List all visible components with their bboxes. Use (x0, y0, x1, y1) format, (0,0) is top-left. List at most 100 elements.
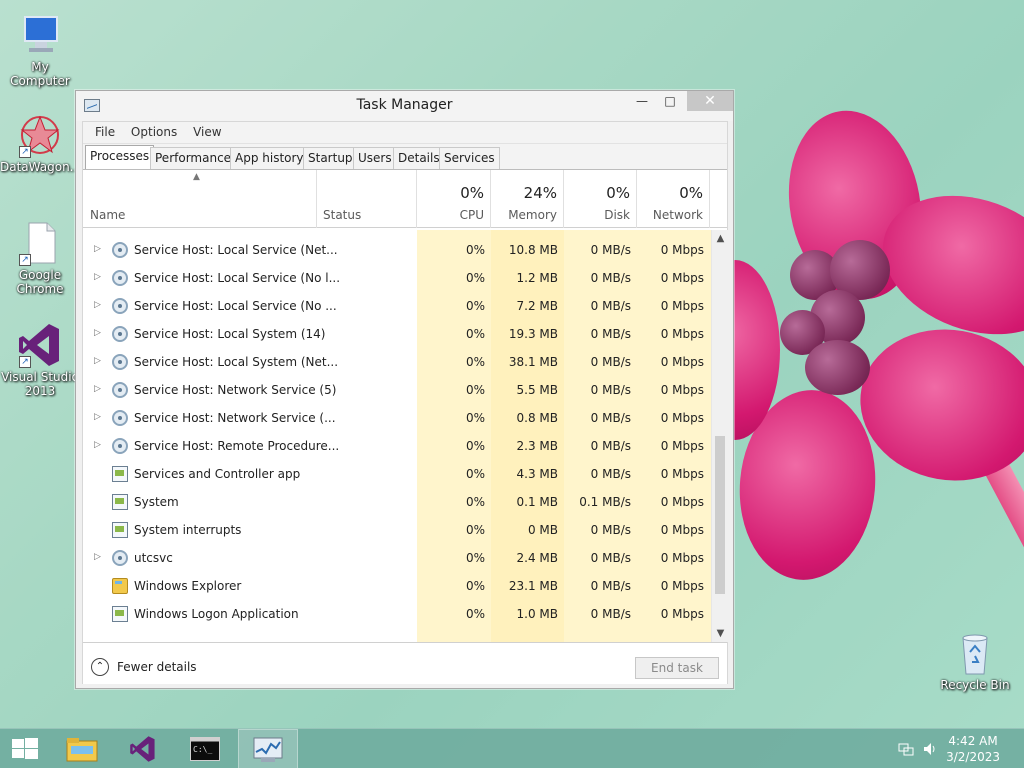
column-status-label: Status (323, 208, 362, 222)
process-network-value: 0 Mbps (660, 523, 704, 537)
process-name: Service Host: Local Service (Net... (134, 243, 338, 257)
process-name: Service Host: Network Service (... (134, 411, 336, 425)
process-row[interactable]: ▷ Service Host: Local System (Net... 0% 38.… (83, 348, 711, 376)
column-name[interactable]: ▲ Name (83, 170, 317, 228)
fewer-details-link[interactable]: Fewer details (117, 660, 197, 674)
column-network-label: Network (652, 208, 703, 222)
tab-bar: Processes Performance App history Startu… (83, 144, 727, 170)
start-button[interactable] (0, 729, 50, 768)
expand-arrow-icon[interactable]: ▷ (94, 300, 102, 310)
folder-icon (66, 738, 98, 762)
process-row[interactable]: ▷ Service Host: Local System (14) 0% 19.3 M… (83, 320, 711, 348)
taskbar-file-explorer[interactable] (52, 729, 112, 768)
process-row[interactable]: ▷ Service Host: Local Service (Net... 0% 10… (83, 236, 711, 264)
menu-file[interactable]: File (89, 122, 121, 139)
service-gear-icon (112, 326, 128, 342)
process-network-value: 0 Mbps (660, 383, 704, 397)
process-row[interactable]: ▷ utcsvc 0% 2.4 MB 0 MB/s 0 Mbps (83, 544, 711, 572)
desktop-icon-my-computer[interactable]: My Computer (0, 12, 80, 88)
visual-studio-icon (130, 736, 155, 762)
process-memory-value: 7.2 MB (516, 299, 558, 313)
close-button[interactable]: ✕ (687, 91, 733, 111)
desktop-icon-datawagon[interactable]: ↗ DataWagon... (0, 112, 81, 174)
expand-arrow-icon[interactable]: ▷ (94, 552, 102, 562)
tab-details[interactable]: Details (393, 147, 445, 169)
process-row[interactable]: ▷ Service Host: Network Service (5) 0% 5.5 … (83, 376, 711, 404)
taskbar-visual-studio[interactable] (114, 729, 174, 768)
volume-icon[interactable] (922, 741, 938, 757)
process-network-value: 0 Mbps (660, 551, 704, 565)
process-name: System (134, 495, 179, 509)
task-manager-window: Task Manager — □ ✕ File Options View Pro… (75, 90, 734, 689)
process-network-value: 0 Mbps (660, 607, 704, 621)
desktop-icon-recycle-bin[interactable]: Recycle Bin (935, 630, 1015, 692)
desktop-icon-label: Google (18, 268, 62, 282)
title-bar[interactable]: Task Manager — □ ✕ (76, 91, 733, 121)
taskbar-task-manager[interactable] (238, 729, 298, 768)
desktop-icon-label: My Computer (10, 60, 70, 88)
windows-logo-icon (12, 738, 38, 760)
process-disk-value: 0 MB/s (590, 551, 631, 565)
taskbar: C:\_ 4:42 AM 3/2/2023 (0, 728, 1024, 768)
desktop-icon-google-chrome[interactable]: ↗ Google Chrome (0, 220, 80, 296)
recycle-bin-icon (952, 630, 998, 676)
expand-arrow-icon[interactable]: ▷ (94, 384, 102, 394)
process-row[interactable]: System 0% 0.1 MB 0.1 MB/s 0 Mbps (83, 488, 711, 516)
minimize-button[interactable]: — (628, 91, 656, 111)
collapse-chevron-icon[interactable]: ⌃ (91, 658, 109, 676)
process-network-value: 0 Mbps (660, 327, 704, 341)
process-row[interactable]: System interrupts 0% 0 MB 0 MB/s 0 Mbps (83, 516, 711, 544)
process-row[interactable]: ▷ Service Host: Network Service (... 0% 0.8… (83, 404, 711, 432)
process-memory-value: 4.3 MB (516, 467, 558, 481)
expand-arrow-icon[interactable]: ▷ (94, 244, 102, 254)
vertical-scrollbar[interactable]: ▲ ▼ (711, 230, 728, 642)
process-memory-value: 23.1 MB (508, 579, 558, 593)
maximize-button[interactable]: □ (656, 91, 684, 111)
scroll-up-icon[interactable]: ▲ (712, 230, 729, 247)
taskbar-clock[interactable]: 4:42 AM 3/2/2023 (946, 733, 1000, 765)
process-disk-value: 0 MB/s (590, 299, 631, 313)
process-disk-value: 0 MB/s (590, 355, 631, 369)
process-row[interactable]: Windows Explorer 0% 23.1 MB 0 MB/s 0 Mbps (83, 572, 711, 600)
process-memory-value: 2.3 MB (516, 439, 558, 453)
process-network-value: 0 Mbps (660, 411, 704, 425)
svg-text:C:\_: C:\_ (193, 745, 212, 754)
tab-startup[interactable]: Startup (303, 147, 358, 169)
scroll-thumb[interactable] (715, 436, 725, 594)
tab-services[interactable]: Services (439, 147, 500, 169)
taskbar-command-prompt[interactable]: C:\_ (176, 729, 236, 768)
process-memory-value: 2.4 MB (516, 551, 558, 565)
process-row[interactable]: ▷ Service Host: Local Service (No l... 0% 1… (83, 264, 711, 292)
menu-options[interactable]: Options (125, 122, 183, 139)
desktop-icon-label: Chrome (16, 282, 64, 296)
column-disk[interactable]: 0% Disk (564, 170, 637, 228)
expand-arrow-icon[interactable]: ▷ (94, 272, 102, 282)
process-row[interactable]: Windows Logon Application 0% 1.0 MB 0 MB/s 0… (83, 600, 711, 628)
expand-arrow-icon[interactable]: ▷ (94, 328, 102, 338)
service-gear-icon (112, 298, 128, 314)
expand-arrow-icon[interactable]: ▷ (94, 440, 102, 450)
tab-performance[interactable]: Performance (150, 147, 237, 169)
process-memory-value: 0.8 MB (516, 411, 558, 425)
process-row[interactable]: Services and Controller app 0% 4.3 MB 0 MB/… (83, 460, 711, 488)
tab-processes[interactable]: Processes (85, 145, 155, 169)
column-status[interactable]: Status (317, 170, 417, 228)
network-icon[interactable] (898, 741, 914, 757)
desktop-icon-visual-studio[interactable]: ↗ Visual Studio 2013 (0, 322, 80, 398)
end-task-button[interactable]: End task (635, 657, 719, 679)
command-prompt-icon: C:\_ (190, 737, 220, 761)
process-row[interactable]: ▷ Service Host: Local Service (No ... 0% 7.… (83, 292, 711, 320)
column-memory[interactable]: 24% Memory (491, 170, 564, 228)
column-network[interactable]: 0% Network (637, 170, 710, 228)
expand-arrow-icon[interactable]: ▷ (94, 412, 102, 422)
tab-users[interactable]: Users (353, 147, 397, 169)
tab-app-history[interactable]: App history (230, 147, 309, 169)
scroll-down-icon[interactable]: ▼ (712, 625, 729, 642)
menu-view[interactable]: View (187, 122, 227, 139)
column-cpu[interactable]: 0% CPU (417, 170, 491, 228)
visual-studio-icon: ↗ (17, 322, 63, 368)
service-gear-icon (112, 242, 128, 258)
process-cpu-value: 0% (465, 467, 485, 481)
process-row[interactable]: ▷ Service Host: Remote Procedure... 0% 2.3 … (83, 432, 711, 460)
expand-arrow-icon[interactable]: ▷ (94, 356, 102, 366)
